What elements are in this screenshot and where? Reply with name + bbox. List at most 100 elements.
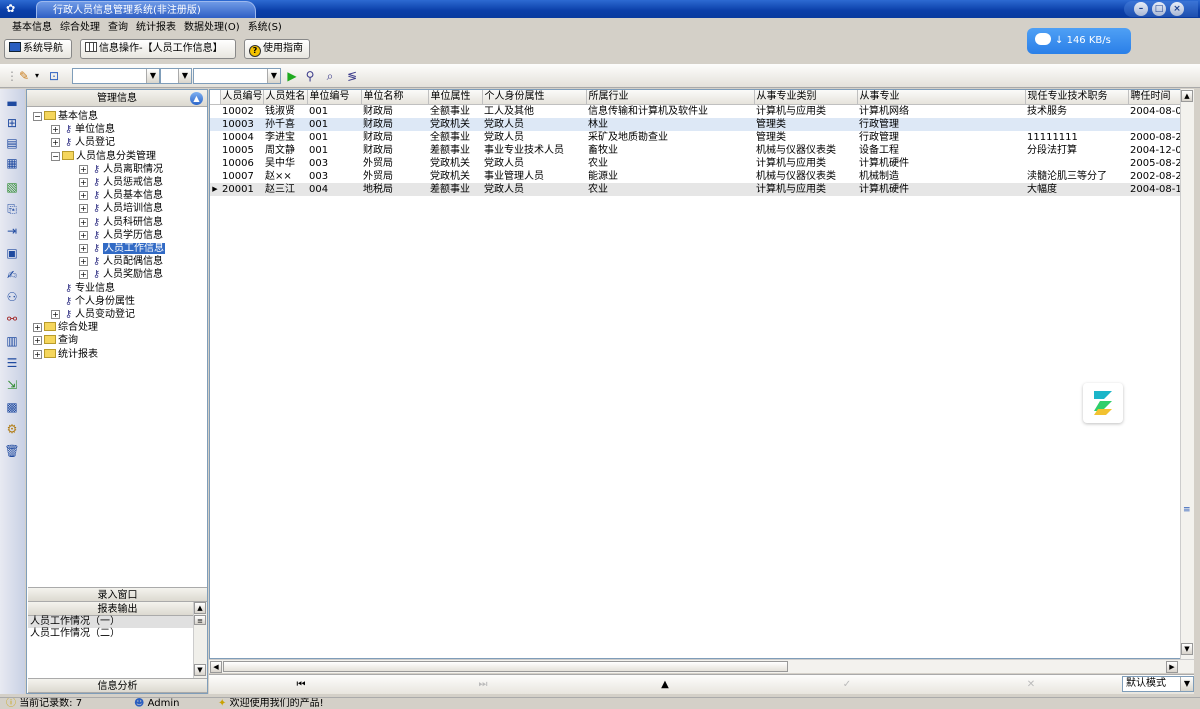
grid-view-icon[interactable]: ▩ bbox=[4, 399, 20, 415]
table-cell[interactable]: 孙千喜 bbox=[263, 118, 307, 131]
table-cell[interactable]: 畜牧业 bbox=[586, 144, 754, 157]
table-cell[interactable]: 党政机关 bbox=[428, 157, 482, 170]
table-cell[interactable]: 001 bbox=[307, 118, 361, 131]
scroll-down-icon[interactable]: ▼ bbox=[1181, 643, 1193, 655]
scroll-down-icon[interactable]: ▼ bbox=[194, 664, 206, 676]
table-cell[interactable]: 行政管理 bbox=[857, 118, 1025, 131]
chevron-down-icon[interactable]: ▼ bbox=[1180, 677, 1193, 691]
expand-icon[interactable]: + bbox=[79, 257, 88, 267]
table-row[interactable]: ▶ 20001 赵三江 004 地税局 差额事业 党政人员 农业 计算机与应用类 计算机硬件 大幅度… bbox=[210, 183, 1190, 196]
system-nav-button[interactable]: 系统导航 bbox=[4, 39, 72, 59]
grid-horizontal-scrollbar[interactable]: ◀ ▶ bbox=[209, 659, 1194, 673]
tree-node[interactable]: + ⚷ 人员奖励信息 bbox=[79, 268, 163, 281]
find-people-icon[interactable]: ⚲ bbox=[302, 68, 318, 84]
table-cell[interactable]: 10005 bbox=[220, 144, 263, 157]
first-record-icon[interactable]: ⏮ bbox=[291, 678, 311, 692]
tree-node[interactable]: + ⚷ 人员配偶信息 bbox=[79, 255, 163, 268]
table-row[interactable]: 10004 李进宝 001 财政局 全额事业 党政人员 采矿及地质勘查业 管理类 行政管理 111… bbox=[210, 131, 1190, 144]
table-cell[interactable]: 周文静 bbox=[263, 144, 307, 157]
menu-query[interactable]: 查询 bbox=[104, 20, 132, 36]
prior-record-icon[interactable]: ⏭ bbox=[473, 678, 493, 692]
table-cell[interactable]: 差额事业 bbox=[428, 144, 482, 157]
scroll-up-icon[interactable]: ▲ bbox=[1181, 90, 1193, 102]
table-cell[interactable]: 工人及其他 bbox=[482, 105, 586, 119]
tree-node[interactable]: + ⚷ 人员变动登记 bbox=[51, 308, 135, 321]
table-cell[interactable]: 党政人员 bbox=[482, 118, 586, 131]
table-cell[interactable]: 地税局 bbox=[361, 183, 428, 196]
chevron-down-icon[interactable]: ▼ bbox=[178, 69, 191, 83]
tree-node[interactable]: + ⚷ 人员登记 bbox=[51, 136, 115, 149]
chart-icon[interactable]: ▧ bbox=[4, 179, 20, 195]
tree-node[interactable]: + 综合处理 bbox=[33, 321, 98, 334]
post-icon[interactable]: ✓ bbox=[837, 678, 857, 692]
table-cell[interactable]: 赵三江 bbox=[263, 183, 307, 196]
import-icon[interactable]: ⇥ bbox=[4, 223, 20, 239]
table-cell[interactable]: 20001 bbox=[220, 183, 263, 196]
play-icon[interactable]: ▶ bbox=[284, 68, 300, 84]
table-row[interactable]: 10003 孙千喜 001 财政局 党政机关 党政人员 林业 管理类 行政管理 bbox=[210, 118, 1190, 131]
table-cell[interactable] bbox=[1025, 118, 1128, 131]
table-cell[interactable]: 技术服务 bbox=[1025, 105, 1128, 119]
menu-reports[interactable]: 统计报表 bbox=[132, 20, 180, 36]
trash-icon[interactable]: 🗑 bbox=[4, 443, 20, 459]
column-header[interactable]: 所属行业 bbox=[586, 90, 755, 105]
tree-node[interactable]: + 查询 bbox=[33, 334, 78, 347]
tree-icon[interactable]: ⊞ bbox=[4, 115, 20, 131]
table-cell[interactable]: 计算机硬件 bbox=[857, 183, 1025, 196]
splitter-grip-icon[interactable]: ≡ bbox=[1183, 505, 1191, 515]
collapse-icon[interactable]: ▲ bbox=[190, 92, 203, 105]
expand-icon[interactable]: + bbox=[79, 230, 88, 240]
list-item[interactable]: 人员工作情况（二） bbox=[28, 628, 207, 640]
chevron-down-icon[interactable]: ▼ bbox=[146, 69, 159, 83]
expand-icon[interactable]: + bbox=[79, 191, 88, 201]
table-cell[interactable]: 003 bbox=[307, 157, 361, 170]
table-row[interactable]: 10002 钱淑贤 001 财政局 全额事业 工人及其他 信息传输和计算机及软件业 计算机与应… bbox=[210, 104, 1190, 119]
table-row[interactable]: 10006 吴中华 003 外贸局 党政机关 党政人员 农业 计算机与应用类 计算机硬件 2005… bbox=[210, 157, 1190, 170]
table-cell[interactable]: 钱淑贤 bbox=[263, 105, 307, 119]
settings-icon[interactable]: ⚙ bbox=[4, 421, 20, 437]
table-cell[interactable]: 计算机网络 bbox=[857, 105, 1025, 119]
tree-node[interactable]: ⚷ 个人身份属性 bbox=[51, 295, 135, 308]
table-cell[interactable]: 党政人员 bbox=[482, 183, 586, 196]
table-cell[interactable]: 计算机与应用类 bbox=[754, 157, 857, 170]
menu-data-processing[interactable]: 数据处理(O) bbox=[180, 20, 244, 36]
table-cell[interactable]: 财政局 bbox=[361, 144, 428, 157]
table-cell[interactable]: 事业管理人员 bbox=[482, 170, 586, 183]
table-cell[interactable]: 党政人员 bbox=[482, 157, 586, 170]
table-cell[interactable]: 党政机关 bbox=[428, 118, 482, 131]
table-cell[interactable]: 10004 bbox=[220, 131, 263, 144]
section-entry-window[interactable]: 录入窗口 bbox=[28, 587, 207, 602]
expand-icon[interactable]: + bbox=[33, 323, 42, 333]
table-cell[interactable]: 分段法打算 bbox=[1025, 144, 1128, 157]
table-cell[interactable]: 财政局 bbox=[361, 118, 428, 131]
chevron-down-icon[interactable]: ▼ bbox=[267, 69, 280, 83]
table-cell[interactable]: 农业 bbox=[586, 157, 754, 170]
collapse-icon[interactable]: − bbox=[33, 112, 42, 121]
scroll-left-icon[interactable]: ◀ bbox=[210, 661, 222, 673]
grid-vertical-scrollbar[interactable]: ▲ ▼ bbox=[1180, 89, 1194, 659]
table-cell[interactable]: 外贸局 bbox=[361, 170, 428, 183]
tree-node[interactable]: + ⚷ 人员科研信息 bbox=[79, 216, 163, 229]
table-cell[interactable] bbox=[1025, 157, 1128, 170]
tree-node[interactable]: + ⚷ 人员学历信息 bbox=[79, 229, 163, 242]
table-cell[interactable]: 全额事业 bbox=[428, 105, 482, 119]
scroll-right-icon[interactable]: ▶ bbox=[1166, 661, 1178, 673]
table-cell[interactable]: 10002 bbox=[220, 105, 263, 119]
table-icon[interactable]: ▤ bbox=[4, 135, 20, 151]
table-cell[interactable]: 财政局 bbox=[361, 105, 428, 119]
menu-processing[interactable]: 综合处理 bbox=[56, 20, 104, 36]
table-cell[interactable]: 10006 bbox=[220, 157, 263, 170]
table-cell[interactable]: 信息传输和计算机及软件业 bbox=[586, 105, 754, 119]
table-cell[interactable]: 计算机硬件 bbox=[857, 157, 1025, 170]
expand-icon[interactable]: + bbox=[51, 310, 60, 319]
clipboard-icon[interactable]: ⎘ bbox=[4, 201, 20, 217]
tree-node[interactable]: + ⚷ 人员培训信息 bbox=[79, 202, 163, 215]
tree-node[interactable]: + ⚷ 人员工作信息 bbox=[79, 242, 165, 255]
column-header[interactable]: 个人身份属性 bbox=[482, 90, 587, 105]
form-icon[interactable]: ▣ bbox=[4, 245, 20, 261]
tree-node[interactable]: − 人员信息分类管理 bbox=[51, 150, 156, 163]
table-cell[interactable]: 001 bbox=[307, 131, 361, 144]
pencil-icon[interactable]: ✎ bbox=[16, 68, 32, 84]
table-cell[interactable]: 农业 bbox=[586, 183, 754, 196]
view-mode-select[interactable]: 默认模式 ▼ bbox=[1122, 676, 1194, 692]
